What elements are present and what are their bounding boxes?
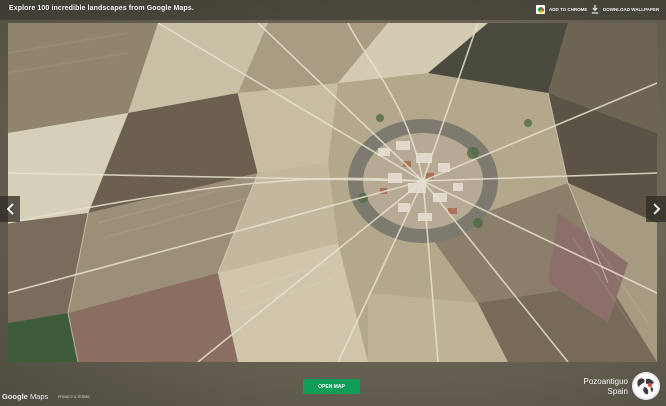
add-to-chrome-label: ADD TO CHROME — [549, 7, 588, 12]
location-country: Spain — [607, 387, 628, 396]
location-region: Pozoantiguo — [583, 377, 628, 386]
download-wallpaper-button[interactable]: DOWNLOAD WALLPAPER — [591, 4, 659, 15]
top-bar: Explore 100 incredible landscapes from G… — [0, 0, 666, 20]
download-wallpaper-label: DOWNLOAD WALLPAPER — [603, 7, 660, 12]
chevron-left-icon — [6, 203, 14, 215]
logo-google-text: Google — [2, 392, 28, 401]
previous-button[interactable] — [0, 196, 20, 222]
google-maps-logo: Google Maps — [2, 392, 48, 401]
tagline: Explore 100 incredible landscapes from G… — [9, 5, 194, 12]
privacy-terms-link[interactable]: PRIVACY & TERMS — [58, 395, 90, 399]
satellite-image — [8, 23, 657, 362]
globe-icon[interactable] — [632, 372, 660, 400]
chrome-icon — [536, 5, 545, 14]
download-icon — [591, 5, 599, 14]
chevron-right-icon — [652, 203, 660, 215]
next-button[interactable] — [646, 196, 666, 222]
add-to-chrome-button[interactable]: ADD TO CHROME — [536, 4, 587, 15]
open-map-button[interactable]: OPEN MAP — [303, 379, 360, 394]
location-label: Pozoantiguo Spain — [584, 377, 628, 397]
logo-maps-text: Maps — [29, 392, 49, 401]
